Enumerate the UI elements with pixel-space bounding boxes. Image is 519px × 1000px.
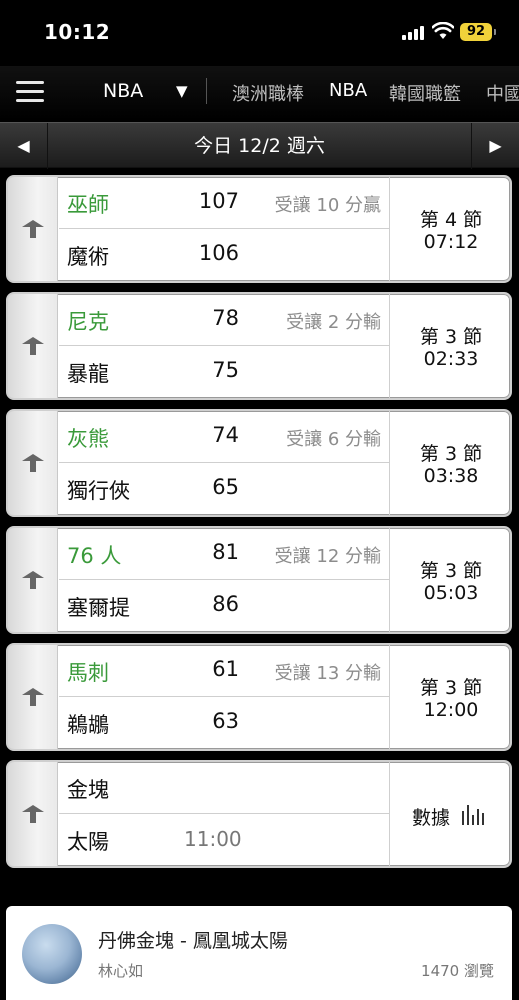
- home-row: 巫師 107 受讓 10 分贏: [59, 177, 389, 229]
- away-score: 75: [212, 358, 239, 382]
- stats-bars-icon: [462, 805, 484, 825]
- handicap-result: 受讓 12 分輸: [274, 546, 381, 567]
- cellular-signal-icon: [402, 26, 426, 40]
- tab-nba[interactable]: NBA: [329, 80, 367, 101]
- handicap-result: 受讓 6 分輸: [286, 429, 381, 450]
- game-clock: 02:33: [423, 348, 479, 370]
- date-label: 今日 12/2 週六: [194, 135, 325, 157]
- game-card-upcoming[interactable]: 金塊 太陽 11:00 數據: [6, 760, 512, 868]
- prev-day-button[interactable]: ◀: [0, 123, 48, 169]
- game-period: 第 3 節: [419, 326, 483, 348]
- handicap-result: 受讓 10 分贏: [274, 195, 381, 216]
- away-row: 暴龍 75: [59, 346, 389, 398]
- pin-button[interactable]: [8, 177, 58, 281]
- away-team: 塞爾提: [67, 596, 130, 620]
- game-clock: 03:38: [423, 465, 479, 487]
- next-day-button[interactable]: ▶: [471, 123, 519, 169]
- pin-button[interactable]: [8, 411, 58, 515]
- home-team: 灰熊: [67, 427, 109, 451]
- game-status: 第 3 節 12:00: [389, 645, 510, 749]
- pin-to-top-icon: [22, 454, 44, 472]
- away-score: 63: [212, 709, 239, 733]
- status-bar: 10:12 92: [0, 0, 519, 66]
- home-row: 馬刺 61 受讓 13 分輸: [59, 645, 389, 697]
- game-status: 第 3 節 02:33: [389, 294, 510, 398]
- league-selector[interactable]: NBA: [103, 80, 143, 102]
- article-views: 1470 瀏覽: [421, 962, 494, 980]
- game-status: 第 4 節 07:12: [389, 177, 510, 281]
- tab-australian-baseball[interactable]: 澳洲職棒: [232, 80, 304, 106]
- tab-korean-basketball[interactable]: 韓國職籃: [389, 80, 461, 106]
- hamburger-menu-icon[interactable]: [16, 81, 44, 103]
- away-team: 鵜鶘: [67, 713, 109, 737]
- pin-to-top-icon: [22, 805, 44, 823]
- home-row: 灰熊 74 受讓 6 分輸: [59, 411, 389, 463]
- home-score: 107: [198, 189, 239, 213]
- game-status: 第 3 節 05:03: [389, 528, 510, 632]
- home-team: 巫師: [67, 193, 109, 217]
- game-card[interactable]: 馬刺 61 受讓 13 分輸 鵜鶘 63 第 3 節 12:00: [6, 643, 512, 751]
- game-period: 第 3 節: [419, 677, 483, 699]
- game-clock: 07:12: [423, 231, 479, 253]
- away-row: 魔術 106: [59, 229, 389, 281]
- away-row: 太陽 11:00: [59, 814, 389, 866]
- game-card[interactable]: 灰熊 74 受讓 6 分輸 獨行俠 65 第 3 節 03:38: [6, 409, 512, 517]
- handicap-result: 受讓 2 分輸: [286, 312, 381, 333]
- handicap-result: 受讓 13 分輸: [274, 663, 381, 684]
- home-score: 81: [212, 540, 239, 564]
- home-row: 76 人 81 受讓 12 分輸: [59, 528, 389, 580]
- home-row: 金塊: [59, 762, 389, 814]
- game-clock: 05:03: [423, 582, 479, 604]
- article-thumbnail: [22, 924, 82, 984]
- stats-label: 數據: [412, 807, 451, 829]
- away-score: 106: [198, 241, 239, 265]
- pin-to-top-icon: [22, 220, 44, 238]
- stats-button[interactable]: 數據: [389, 762, 510, 866]
- away-score: 65: [212, 475, 239, 499]
- pin-to-top-icon: [22, 688, 44, 706]
- away-row: 鵜鶘 63: [59, 697, 389, 749]
- home-score: 78: [212, 306, 239, 330]
- date-bar: ◀ 今日 12/2 週六 ▶: [0, 122, 519, 169]
- home-team: 金塊: [67, 778, 109, 802]
- home-team: 尼克: [67, 310, 109, 334]
- game-period: 第 3 節: [419, 560, 483, 582]
- home-row: 尼克 78 受讓 2 分輸: [59, 294, 389, 346]
- tab-chinese-league[interactable]: 中國: [486, 80, 519, 106]
- home-team: 76 人: [67, 544, 122, 568]
- home-score: 61: [212, 657, 239, 681]
- pin-button[interactable]: [8, 294, 58, 398]
- away-team: 太陽: [67, 830, 109, 854]
- game-status: 第 3 節 03:38: [389, 411, 510, 515]
- nav-divider: [206, 78, 207, 104]
- wifi-icon: [432, 22, 454, 39]
- battery-icon: 92: [460, 23, 496, 41]
- game-period: 第 4 節: [419, 209, 483, 231]
- home-score: 74: [212, 423, 239, 447]
- pin-button[interactable]: [8, 528, 58, 632]
- game-card[interactable]: 尼克 78 受讓 2 分輸 暴龍 75 第 3 節 02:33: [6, 292, 512, 400]
- pin-button[interactable]: [8, 645, 58, 749]
- away-score: 86: [212, 592, 239, 616]
- start-time: 11:00: [184, 827, 242, 851]
- article-card[interactable]: 丹佛金塊 - 鳳凰城太陽 林心如 1470 瀏覽: [6, 906, 512, 1000]
- dropdown-triangle-icon[interactable]: ▼: [176, 82, 188, 100]
- away-row: 塞爾提 86: [59, 580, 389, 632]
- game-card[interactable]: 巫師 107 受讓 10 分贏 魔術 106 第 4 節 07:12: [6, 175, 512, 283]
- pin-to-top-icon: [22, 337, 44, 355]
- away-team: 魔術: [67, 245, 109, 269]
- article-author: 林心如: [98, 962, 144, 980]
- status-time: 10:12: [44, 20, 111, 44]
- away-row: 獨行俠 65: [59, 463, 389, 515]
- pin-to-top-icon: [22, 571, 44, 589]
- away-team: 獨行俠: [67, 479, 130, 503]
- away-team: 暴龍: [67, 362, 109, 386]
- game-period: 第 3 節: [419, 443, 483, 465]
- game-card[interactable]: 76 人 81 受讓 12 分輸 塞爾提 86 第 3 節 05:03: [6, 526, 512, 634]
- home-team: 馬刺: [67, 661, 109, 685]
- article-title: 丹佛金塊 - 鳳凰城太陽: [98, 930, 288, 952]
- game-clock: 12:00: [423, 699, 479, 721]
- top-nav: NBA ▼ 澳洲職棒 NBA 韓國職籃 中國: [0, 66, 519, 120]
- pin-button[interactable]: [8, 762, 58, 866]
